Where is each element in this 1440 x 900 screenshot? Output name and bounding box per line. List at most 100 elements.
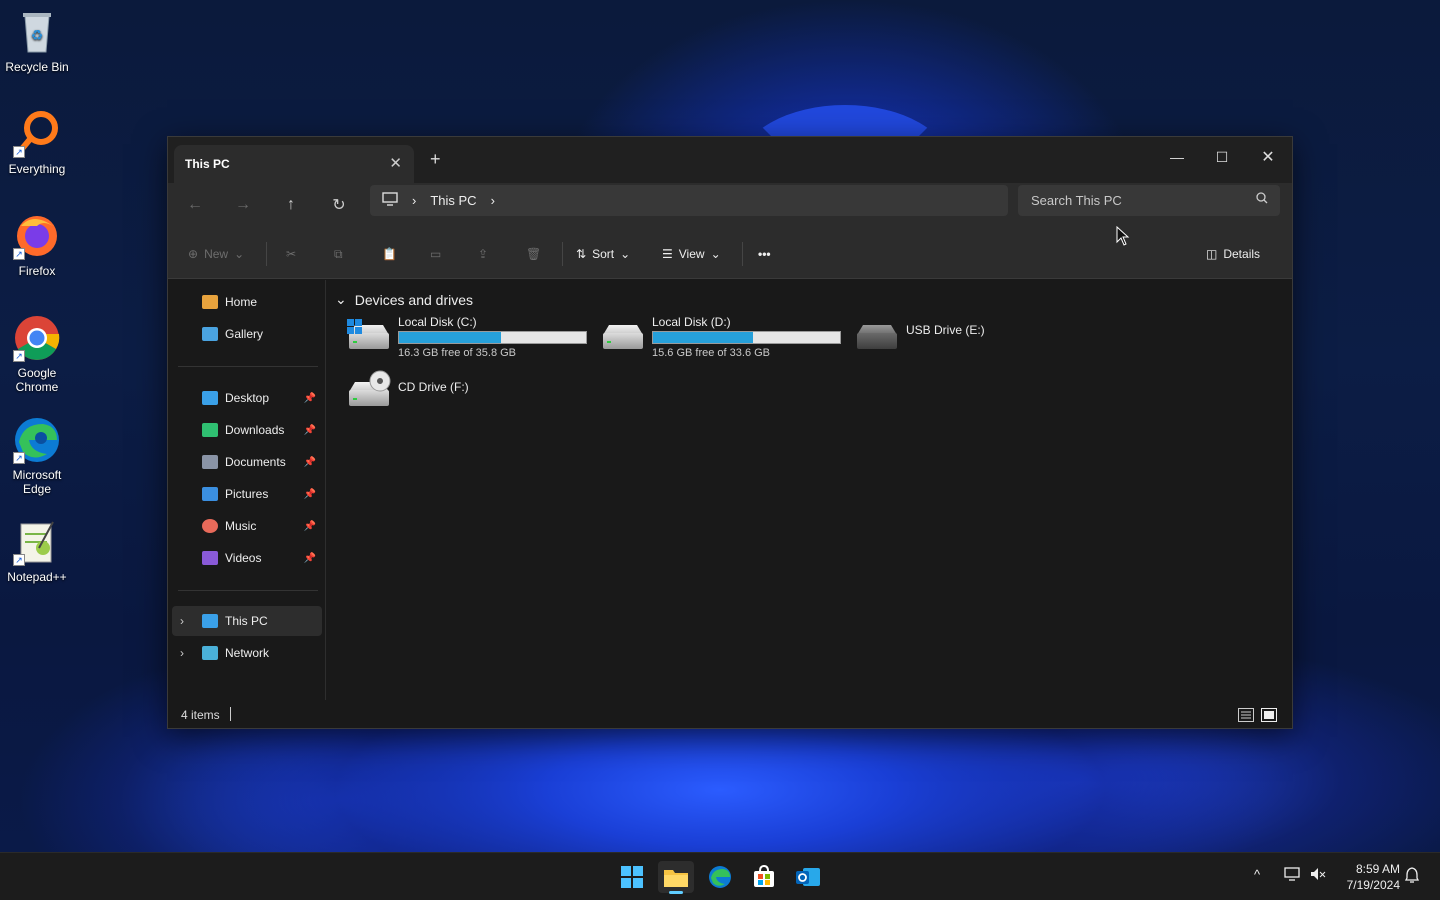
start-button[interactable] [614,861,650,893]
taskbar-outlook[interactable] [790,861,826,893]
drive-item-f[interactable]: CD Drive (F:) [347,370,507,418]
details-view-icon[interactable] [1238,708,1254,727]
drive-free-space: 15.6 GB free of 33.6 GB [652,347,771,359]
taskbar-edge[interactable] [702,861,738,893]
tiles-view-icon[interactable] [1261,708,1277,727]
delete-button[interactable]: 🗑 [526,243,541,265]
up-button[interactable]: ↑ [277,191,305,219]
drive-name: Local Disk (D:) [652,315,731,329]
taskbar-file-explorer[interactable] [658,861,694,894]
sidebar-item-label: This PC [225,614,268,628]
expand-chevron-icon[interactable]: › [180,614,184,628]
search-icon[interactable] [1256,192,1268,207]
drive-item-c[interactable]: Local Disk (C:) 16.3 GB free of 35.8 GB [347,315,592,361]
chevron-down-icon: ⌄ [335,291,347,307]
address-bar[interactable]: › This PC › [370,185,1008,216]
desktop-icon-label: Notepad++ [7,570,67,584]
sidebar-item-videos[interactable]: Videos 📌 [172,543,322,573]
sidebar-item-music[interactable]: Music 📌 [172,511,322,541]
volume-muted-icon[interactable] [1310,867,1326,884]
pin-icon[interactable]: 📌 [304,553,316,564]
rename-button[interactable]: ▭ [430,243,441,265]
sort-icon: ⇅ [576,247,587,261]
desktop-icon-edge[interactable]: ↗ Microsoft Edge [2,416,72,496]
new-tab-button[interactable]: + [430,149,441,170]
sidebar-divider [178,590,318,591]
sidebar-item-label: Documents [225,455,286,469]
desktop-icon-label: Google Chrome [15,366,59,394]
usb-drive-icon [855,319,899,353]
pin-icon[interactable]: 📌 [304,489,316,500]
refresh-button[interactable]: ↻ [325,191,353,219]
navigation-pane: Home Gallery Desktop 📌 Downloads 📌 Docum… [168,280,326,700]
desktop-icon-everything[interactable]: ↗ Everything [2,110,72,176]
pin-icon[interactable]: 📌 [304,425,316,436]
hard-drive-icon [601,319,645,353]
tab-close-icon[interactable]: ✕ [389,154,402,172]
notification-bell-icon[interactable] [1404,867,1420,886]
maximize-button[interactable]: ☐ [1202,143,1242,171]
clock-time: 8:59 AM [1355,862,1400,876]
desktop-icon-notepad-plus-plus[interactable]: ↗ Notepad++ [2,518,72,584]
taskbar: ^ 8:59 AM 7/19/2024 [0,852,1440,900]
group-title: Devices and drives [354,291,474,308]
sidebar-item-desktop[interactable]: Desktop 📌 [172,383,322,413]
view-button[interactable]: ☰ View ⌄ [662,243,721,265]
sidebar-item-network[interactable]: › Network [172,638,322,668]
view-icon: ☰ [662,247,673,261]
drive-usage-bar [398,331,587,344]
pin-icon[interactable]: 📌 [304,457,316,468]
back-button[interactable]: ← [181,191,209,219]
desktop-icon-chrome[interactable]: ↗ Google Chrome [2,314,72,394]
group-header-devices[interactable]: ⌄ Devices and drives [335,291,473,308]
file-explorer-icon [664,870,688,887]
breadcrumb-separator[interactable]: › [491,193,495,208]
status-bar: 4 items [168,702,1292,728]
videos-icon [202,551,218,565]
sidebar-item-gallery[interactable]: Gallery [172,319,322,349]
details-button[interactable]: ◫ Details [1206,243,1260,265]
sort-button[interactable]: ⇅ Sort ⌄ [576,243,630,265]
drive-item-e[interactable]: USB Drive (E:) [855,315,1015,361]
forward-button[interactable]: → [229,191,257,219]
sidebar-item-pictures[interactable]: Pictures 📌 [172,479,322,509]
sidebar-item-home[interactable]: Home [172,287,322,317]
taskbar-store[interactable] [746,861,782,893]
sidebar-item-downloads[interactable]: Downloads 📌 [172,415,322,445]
tab-this-pc[interactable]: This PC ✕ [174,145,414,183]
copy-button[interactable]: ⧉ [334,243,343,265]
active-indicator [669,891,683,894]
network-status-icon[interactable] [1284,867,1300,884]
file-list-area[interactable]: ⌄ Devices and drives Local Disk (C:) 16.… [327,280,1291,700]
search-input[interactable]: Search This PC [1018,185,1280,216]
share-button[interactable]: ⇪ [478,243,488,265]
breadcrumb-separator[interactable]: › [412,193,416,208]
new-button[interactable]: ⊕ New ⌄ [188,243,244,265]
sidebar-item-this-pc[interactable]: › This PC [172,606,322,636]
pin-icon[interactable]: 📌 [304,521,316,532]
music-icon [202,519,218,533]
pin-icon[interactable]: 📌 [304,393,316,404]
home-icon [202,295,218,309]
breadcrumb-this-pc[interactable]: This PC [430,193,476,208]
desktop-folder-icon [202,391,218,405]
desktop-icon-firefox[interactable]: ↗ Firefox [2,212,72,278]
paste-button[interactable]: 📋 [382,243,397,265]
expand-chevron-icon[interactable]: › [180,646,184,660]
new-label: New [204,247,229,261]
cut-button[interactable]: ✂ [286,243,296,265]
sidebar-item-documents[interactable]: Documents 📌 [172,447,322,477]
drive-item-d[interactable]: Local Disk (D:) 15.6 GB free of 33.6 GB [601,315,846,361]
close-button[interactable]: ✕ [1248,143,1288,171]
this-pc-icon [202,614,218,628]
more-options-button[interactable]: ••• [758,243,771,265]
start-icon [621,866,643,888]
minimize-button[interactable]: — [1157,143,1197,171]
recycle-bin-icon: ♻ [13,8,61,56]
title-bar[interactable]: This PC ✕ + — ☐ ✕ [168,137,1292,183]
view-label: View [678,247,705,261]
sidebar-item-label: Downloads [225,423,285,437]
show-hidden-icons-chevron-icon[interactable]: ^ [1254,867,1260,882]
desktop-icon-recycle-bin[interactable]: ♻ Recycle Bin [2,8,72,74]
system-clock[interactable]: 8:59 AM 7/19/2024 [1347,861,1400,893]
